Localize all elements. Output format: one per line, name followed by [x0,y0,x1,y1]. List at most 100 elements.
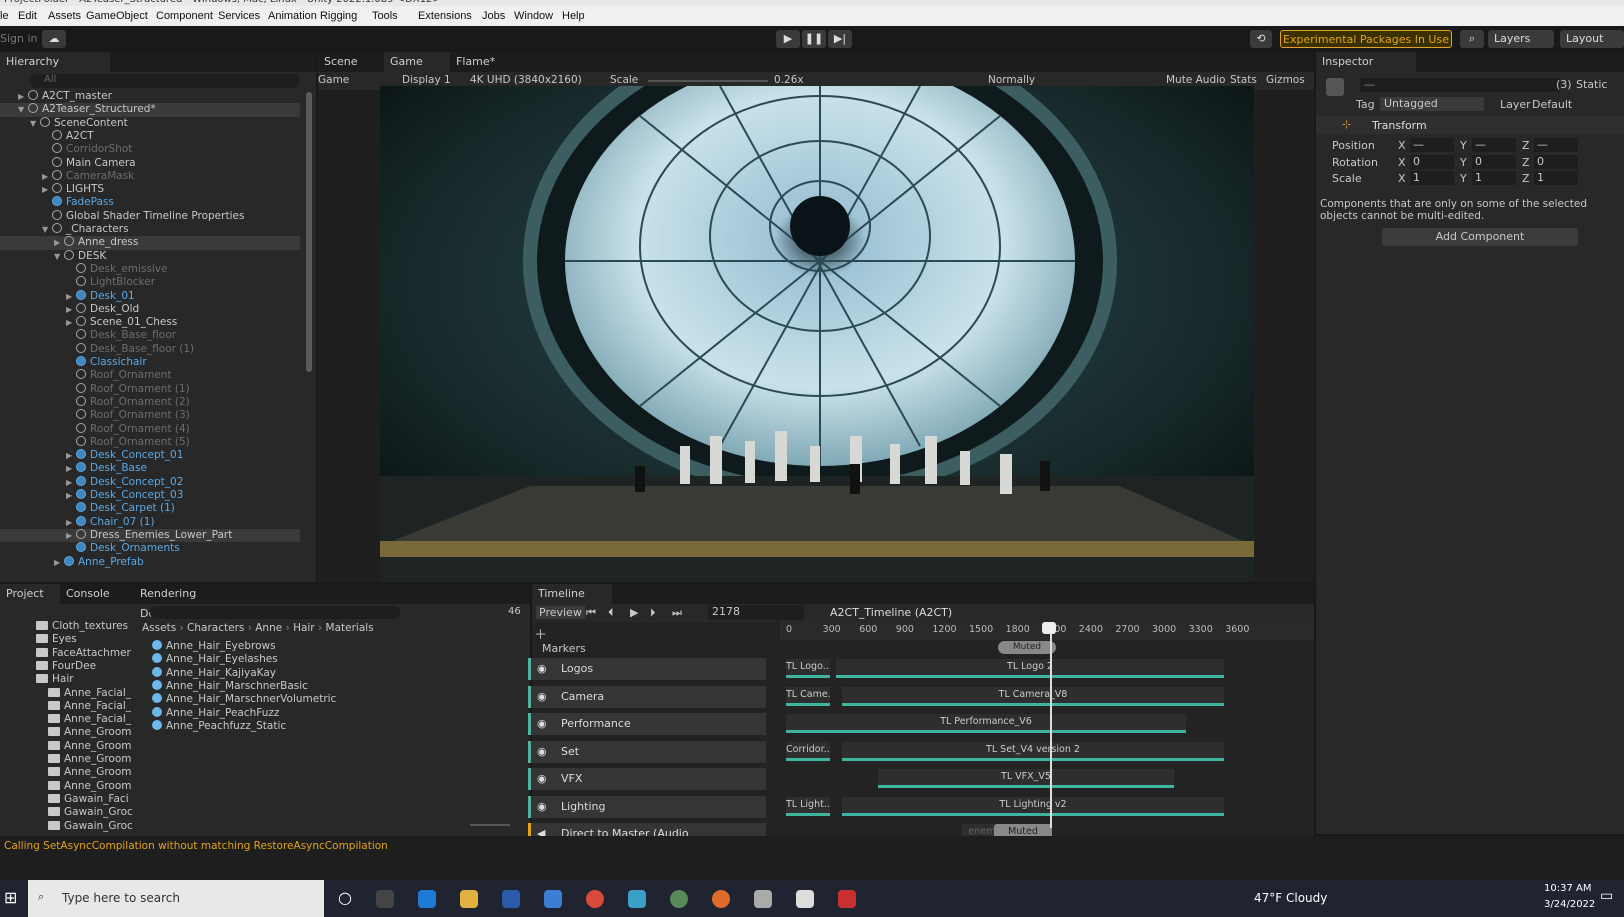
menu-item-4[interactable]: Component [156,10,213,22]
expand-arrow-icon[interactable]: ▶ [66,316,76,329]
transform-rotation-y-field[interactable]: 0 [1472,154,1516,169]
display-dropdown[interactable]: Display 1 [402,74,451,86]
hierarchy-item[interactable]: ▼ DESK [0,249,300,263]
transform-position-y-field[interactable]: — [1472,138,1516,152]
menu-item-2[interactable]: Assets [48,10,81,22]
windows-start-icon[interactable]: ⊞ [4,888,17,907]
store-icon[interactable] [502,890,520,908]
notifications-icon[interactable]: ▭ [1600,888,1613,904]
expand-arrow-icon[interactable]: ▶ [66,449,76,462]
timeline-clip[interactable]: TL VFX_V5 [878,769,1174,788]
asset-item[interactable]: Anne_Hair_KajiyaKay [152,666,452,680]
add-component-button[interactable]: Add Component [1382,228,1578,246]
hierarchy-item[interactable]: ▶ A2CT_master [0,90,300,103]
timeline-clip[interactable]: TL Camera_V8 [842,686,1224,706]
folder-item[interactable]: Anne_Facial_ [0,713,131,726]
hierarchy-item[interactable]: Desk_Base_floor [0,329,300,342]
menu-item-10[interactable]: Window [514,10,553,22]
expand-arrow-icon[interactable]: ▶ [66,529,76,542]
hierarchy-item[interactable]: ▼ _Characters [0,223,300,236]
layer-dropdown[interactable]: Default [1532,98,1572,111]
pinned-app-icon[interactable] [838,890,856,908]
menu-item-3[interactable]: GameObject [86,10,148,22]
clock-time[interactable]: 10:37 AM [1544,883,1591,894]
prev-frame-button[interactable]: ⏴ [608,606,614,620]
folder-item[interactable]: Anne_Groom [0,766,132,779]
folder-item[interactable]: Anne_Groom [0,726,132,739]
breadcrumb-item[interactable]: Assets [142,622,176,634]
menu-item-6[interactable]: Animation Rigging [268,10,357,22]
game-mode-dropdown[interactable]: Game [318,74,349,86]
asset-item[interactable]: Anne_Peachfuzz_Static [152,719,452,733]
tab-hierarchy[interactable]: Hierarchy [0,52,110,72]
hierarchy-item[interactable]: FadePass [0,196,300,209]
transform-scale-z-field[interactable]: 1 [1534,171,1578,186]
timeline-clip[interactable]: TL Performance_V6 [786,714,1186,733]
edge-icon[interactable] [418,890,436,908]
tab-inspector[interactable]: Inspector [1316,52,1416,72]
folder-item[interactable]: Materials [0,833,124,834]
folder-item[interactable]: FourDee [0,660,124,673]
stats-toggle[interactable]: Stats [1230,74,1257,86]
hierarchy-item[interactable]: ▶ Desk_Base [0,462,300,475]
sign-in-link[interactable]: Sign in [0,32,38,45]
hierarchy-item[interactable]: ▼ SceneContent [0,116,300,130]
expand-arrow-icon[interactable]: ▼ [54,250,64,263]
menu-item-5[interactable]: Services [218,10,260,22]
breadcrumb-item[interactable]: Hair [293,622,315,634]
timeline-track-4[interactable]: ◉ VFX [528,768,766,790]
hierarchy-item[interactable]: ▶ Desk_Concept_02 [0,475,300,489]
hierarchy-item[interactable]: ▶ LIGHTS [0,183,300,196]
hierarchy-search-input[interactable]: All [30,74,300,88]
folder-item[interactable]: Anne_Groom [0,753,132,766]
tab-rendering-debugger[interactable]: Rendering Debugger [134,584,254,620]
transform-rotation-x-field[interactable]: 0 [1410,154,1454,169]
timeline-asset-selector[interactable]: A2CT_Timeline (A2CT) [830,606,952,619]
timeline-clip[interactable]: TL Logo 2 [836,659,1224,678]
hierarchy-item[interactable]: CorridorShot [0,143,300,156]
hierarchy-item[interactable]: Classichair [0,356,300,369]
tab-timeline[interactable]: Timeline [532,584,612,604]
hierarchy-item[interactable]: Main Camera [0,156,300,170]
expand-arrow-icon[interactable]: ▼ [30,117,40,130]
hierarchy-item[interactable]: ▶ Dress_Enemies_Lower_Part [0,528,300,543]
hierarchy-item[interactable]: Desk_Carpet (1) [0,502,300,515]
timeline-clip[interactable]: TL Logo... [786,659,830,678]
breadcrumb-item[interactable]: Materials [326,622,374,634]
unity-icon[interactable] [796,890,814,908]
hierarchy-item[interactable]: ▶ Anne_Prefab [0,555,300,569]
folder-item[interactable]: FaceAttachmer [0,647,131,660]
transform-scale-y-field[interactable]: 1 [1472,171,1516,186]
hierarchy-item[interactable]: Desk_emissive [0,262,300,276]
hierarchy-item[interactable]: ▶ CameraMask [0,169,300,183]
asset-item[interactable]: Anne_Hair_Eyebrows [152,640,452,653]
hierarchy-item[interactable]: LightBlocker [0,276,300,289]
hierarchy-item[interactable]: ▶ Desk_Concept_03 [0,489,300,502]
timeline-clip[interactable]: TL Set_V4 version 2 [842,741,1224,761]
transform-position-x-field[interactable]: — [1410,138,1454,152]
experimental-packages-button[interactable]: Experimental Packages In Use ▾ [1280,30,1452,64]
folder-item[interactable]: Gawain_Faci [0,793,129,806]
timeline-track-1[interactable]: ◉ Camera [528,685,766,708]
frame-field[interactable]: 2178 [708,605,804,620]
unity-hub-icon[interactable] [754,890,772,908]
expand-arrow-icon[interactable]: ▼ [42,223,52,236]
step-button[interactable]: ▶| [828,30,852,48]
object-name-field[interactable]: — [1360,78,1560,92]
hierarchy-item[interactable]: Global Shader Timeline Properties [0,209,300,223]
folder-item[interactable]: Cloth_textures [0,620,128,633]
breadcrumb-item[interactable]: Characters [187,622,244,634]
transform-position-z-field[interactable]: — [1534,138,1578,152]
timeline-track-5[interactable]: ◉ Lighting [528,795,766,818]
resolution-dropdown[interactable]: 4K UHD (3840x2160) [470,74,582,86]
transform-rotation-z-field[interactable]: 0 [1534,154,1578,169]
tab-project[interactable]: Project [0,584,60,604]
playhead[interactable] [1050,624,1052,828]
menu-item-1[interactable]: Edit [18,10,37,22]
expand-arrow-icon[interactable]: ▶ [54,236,64,249]
tab-scene[interactable]: Scene [318,52,384,72]
expand-arrow-icon[interactable]: ▶ [66,290,76,303]
folder-item[interactable]: Gawain_Groc [0,806,133,819]
folder-item[interactable]: Anne_Groom [0,780,132,793]
expand-arrow-icon[interactable]: ▶ [66,476,76,489]
